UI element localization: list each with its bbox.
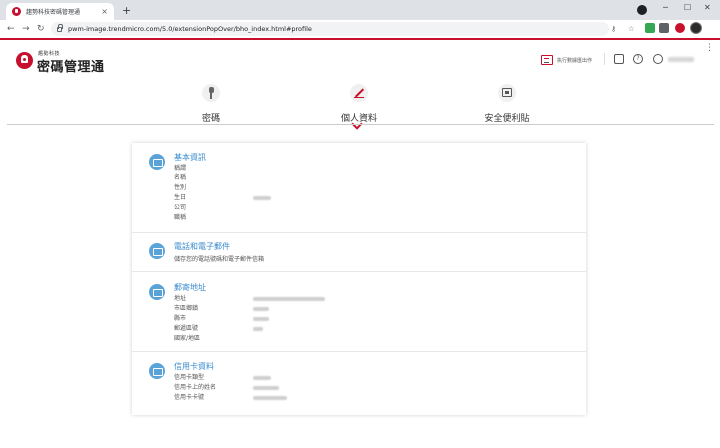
redacted-value — [253, 317, 269, 321]
redacted-value — [253, 327, 263, 331]
record-indicator-icon — [637, 5, 647, 15]
header-divider — [604, 53, 605, 65]
section-credit-card[interactable]: 信用卡資料 信用卡類型 信用卡上的姓名 信用卡卡號 — [132, 352, 586, 415]
address-bar[interactable]: pwm-image.trendmicro.com/5.0/extensionPo… — [51, 22, 609, 36]
tab-title: 趨勢科技密碼管理通 — [26, 9, 81, 16]
credit-card-icon — [149, 363, 165, 379]
phone-icon — [149, 243, 165, 259]
user-icon[interactable] — [653, 54, 663, 64]
redacted-value — [253, 297, 325, 301]
section-description: 儲存您的電話號碼和電子郵件信箱 — [174, 256, 265, 263]
redacted-value — [253, 396, 287, 400]
redacted-value — [253, 196, 271, 200]
nav-divider — [7, 124, 714, 125]
tab-profile[interactable]: 個人資料 — [311, 84, 407, 130]
section-title: 郵寄地址 — [174, 283, 206, 292]
browser-toolbar: ← → ↻ pwm-image.trendmicro.com/5.0/exten… — [0, 20, 720, 53]
section-title: 電話和電子郵件 — [174, 242, 230, 251]
field-label: 稱謂 — [174, 165, 187, 172]
extension-green-icon[interactable] — [645, 23, 655, 33]
key-icon — [202, 84, 220, 102]
tab-passwords[interactable]: 密碼 — [163, 84, 259, 124]
field-label: 職稱 — [174, 214, 187, 221]
tab-close-icon[interactable]: × — [101, 7, 108, 16]
browser-tab-strip: 趨勢科技密碼管理通 × + ─ ☐ ✕ — [0, 0, 720, 20]
section-title: 信用卡資料 — [174, 362, 214, 371]
field-label: 地址 — [174, 295, 187, 302]
tab-label: 安全便利貼 — [484, 114, 530, 124]
field-label: 信用卡卡號 — [174, 394, 205, 401]
forward-button[interactable]: → — [22, 22, 30, 36]
field-label: 國家/地區 — [174, 335, 201, 342]
extension-pwm-icon[interactable] — [675, 23, 685, 33]
trendmicro-favicon-icon — [12, 7, 21, 16]
safe-icon — [498, 84, 516, 102]
sync-icon — [541, 55, 553, 65]
home-icon — [149, 284, 165, 300]
field-label: 信用卡上的姓名 — [174, 384, 217, 391]
redacted-value — [253, 376, 271, 380]
field-label: 縣市 — [174, 315, 187, 322]
tab-label: 密碼 — [201, 114, 220, 124]
field-label: 生日 — [174, 194, 187, 201]
brand-product-name: 密碼管理通 — [37, 60, 105, 75]
field-label: 性別 — [174, 184, 187, 191]
lock-icon — [57, 23, 63, 32]
profile-card: 基本資訊 稱謂 名稱 性別 生日 公司 職稱 電話和電子郵件 儲存您的電話號碼和… — [132, 143, 586, 415]
id-card-icon — [149, 154, 165, 170]
section-contact[interactable]: 電話和電子郵件 儲存您的電話號碼和電子郵件信箱 — [132, 233, 586, 272]
browser-profile-avatar[interactable] — [690, 22, 702, 34]
section-title: 基本資訊 — [174, 153, 206, 162]
section-basic-info[interactable]: 基本資訊 稱謂 名稱 性別 生日 公司 職稱 — [132, 143, 586, 233]
pen-icon — [350, 84, 368, 102]
redacted-value — [253, 307, 269, 311]
field-label: 郵遞區號 — [174, 325, 199, 332]
accent-line — [0, 38, 720, 40]
back-button[interactable]: ← — [7, 22, 15, 36]
notebook-icon[interactable] — [614, 54, 624, 64]
field-label: 市區鄉鎮 — [174, 305, 199, 312]
field-label: 名稱 — [174, 174, 187, 181]
browser-tab[interactable]: 趨勢科技密碼管理通 × — [6, 3, 114, 20]
minimize-button[interactable]: ─ — [663, 3, 668, 13]
field-label: 信用卡類型 — [174, 374, 205, 381]
browser-menu-icon[interactable]: ⋮ — [705, 42, 714, 54]
reload-button[interactable]: ↻ — [37, 22, 45, 36]
extension-gray-icon[interactable] — [659, 23, 669, 33]
tab-secure-notes[interactable]: 安全便利貼 — [459, 84, 555, 124]
username-redacted — [668, 57, 694, 62]
bookmark-star-icon[interactable]: ☆ — [628, 24, 634, 34]
url-text: pwm-image.trendmicro.com/5.0/extensionPo… — [68, 25, 312, 33]
help-icon[interactable]: ? — [633, 54, 643, 64]
field-label: 公司 — [174, 204, 187, 211]
data-export-button[interactable]: 执行數據匯出作 — [541, 55, 592, 65]
new-tab-button[interactable]: + — [122, 5, 131, 16]
close-window-button[interactable]: ✕ — [704, 3, 711, 13]
maximize-button[interactable]: ☐ — [684, 3, 691, 13]
redacted-value — [253, 386, 279, 390]
data-export-label: 执行數據匯出作 — [557, 57, 593, 64]
section-address[interactable]: 郵寄地址 地址 市區鄉鎮 縣市 郵遞區號 國家/地區 — [132, 272, 586, 352]
logo-icon — [16, 52, 33, 69]
key-icon[interactable]: ⚷ — [611, 24, 616, 34]
